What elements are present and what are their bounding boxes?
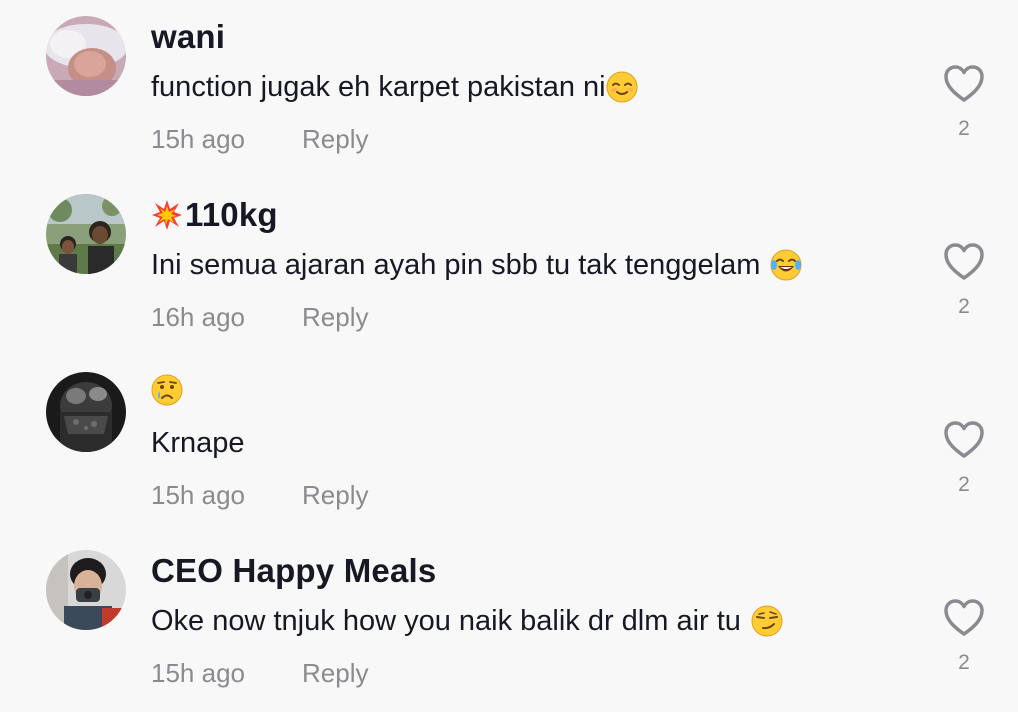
comment-username[interactable]: [151, 374, 183, 406]
heart-icon[interactable]: [943, 64, 985, 104]
comment-text: Oke now tnjuk how you naik balik dr dlm …: [151, 603, 783, 639]
heart-icon[interactable]: [943, 420, 985, 460]
face-with-tears-of-joy-icon: [770, 249, 802, 281]
like-count: 2: [958, 117, 970, 140]
heart-icon[interactable]: [943, 242, 985, 282]
relieved-face-icon: [606, 71, 638, 103]
smirking-face-icon: [751, 605, 783, 637]
like-count: 2: [958, 651, 970, 674]
comment-timestamp: 16h ago: [151, 302, 245, 332]
collision-icon: [151, 199, 183, 231]
comment-text: function jugak eh karpet pakistan ni: [151, 69, 638, 105]
crying-face-icon: [151, 374, 183, 406]
comment-timestamp: 15h ago: [151, 658, 245, 688]
reply-button[interactable]: Reply: [302, 480, 368, 511]
avatar[interactable]: [46, 550, 126, 630]
reply-button[interactable]: Reply: [302, 658, 368, 689]
comment-username[interactable]: CEO Happy Meals: [151, 552, 436, 590]
comment-item: wani function jugak eh karpet pakistan n…: [0, 0, 1018, 178]
comment-item: Krnape 15h ago Reply 2: [0, 356, 1018, 534]
comment-meta: 15h ago Reply: [151, 124, 368, 155]
username-text: 110kg: [185, 196, 278, 233]
comment-item: CEO Happy Meals Oke now tnjuk how you na…: [0, 534, 1018, 712]
comment-text-body: Krnape: [151, 426, 245, 459]
avatar[interactable]: [46, 194, 126, 274]
comment-text-body: Oke now tnjuk how you naik balik dr dlm …: [151, 604, 741, 637]
reply-button[interactable]: Reply: [302, 302, 368, 333]
comment-item: 110kg Ini semua ajaran ayah pin sbb tu t…: [0, 178, 1018, 356]
comment-username[interactable]: 110kg: [151, 196, 278, 234]
comment-username[interactable]: wani: [151, 18, 225, 56]
comment-text-body: Ini semua ajaran ayah pin sbb tu tak ten…: [151, 248, 761, 281]
like-count: 2: [958, 473, 970, 496]
comment-text-body: function jugak eh karpet pakistan ni: [151, 70, 606, 103]
comment-meta: 16h ago Reply: [151, 302, 368, 333]
comment-timestamp: 15h ago: [151, 480, 245, 510]
comment-text: Krnape: [151, 425, 245, 461]
reply-button[interactable]: Reply: [302, 124, 368, 155]
avatar[interactable]: [46, 16, 126, 96]
comment-text: Ini semua ajaran ayah pin sbb tu tak ten…: [151, 247, 802, 283]
comment-meta: 15h ago Reply: [151, 658, 368, 689]
username-text: CEO Happy Meals: [151, 552, 437, 589]
avatar[interactable]: [46, 372, 126, 452]
heart-icon[interactable]: [943, 598, 985, 638]
comment-meta: 15h ago Reply: [151, 480, 368, 511]
like-count: 2: [958, 295, 970, 318]
username-text: wani: [151, 18, 226, 55]
comment-timestamp: 15h ago: [151, 124, 245, 154]
